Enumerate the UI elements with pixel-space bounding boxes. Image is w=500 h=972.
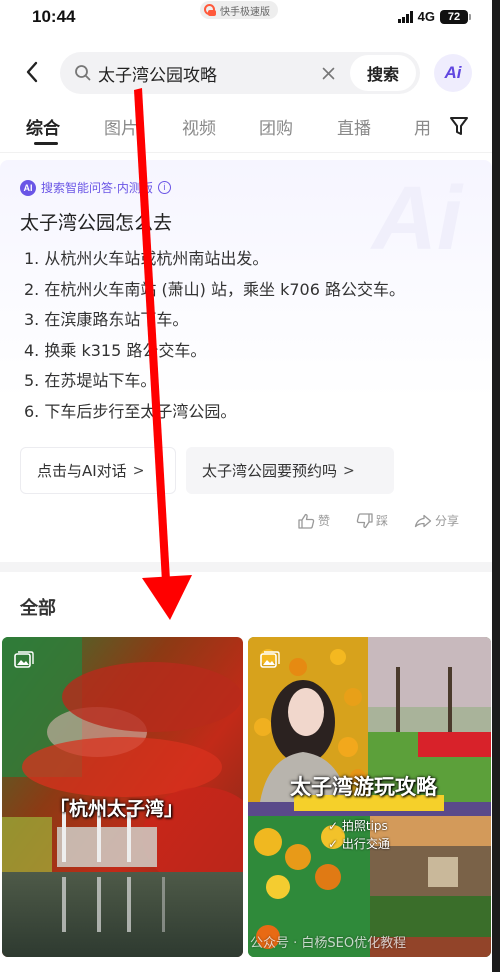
tab-users[interactable]: 用: [414, 114, 431, 139]
chevron-right-icon: >: [132, 462, 145, 479]
chip-label: 点击与AI对话: [37, 462, 127, 480]
ai-step: 3. 在滨康路东站下车。: [24, 310, 189, 329]
tabs-divider: [0, 152, 492, 153]
tab-group-buy[interactable]: 团购: [259, 114, 293, 139]
thumbs-up-icon: [298, 513, 315, 529]
chevron-left-icon: [26, 61, 38, 83]
thumbs-down-icon: [356, 512, 373, 528]
ai-question-title: 太子湾公园怎么去: [20, 212, 173, 234]
screen-edge: [492, 0, 500, 972]
network-type: 4G: [417, 9, 435, 24]
tab-comprehensive[interactable]: 综合: [26, 114, 60, 139]
section-divider: [0, 562, 492, 572]
battery-icon: 72: [440, 9, 471, 24]
active-tab-indicator: [34, 142, 58, 145]
app-pill-label: 快手极速版: [220, 6, 270, 18]
ai-step: 2. 在杭州火车南站 (萧山) 站，乘坐 k706 路公交车。: [24, 279, 405, 299]
tip-item: ✓ 出行交通: [328, 837, 390, 851]
ai-step: 1. 从杭州火车站或杭州南站出发。: [24, 249, 269, 268]
like-button[interactable]: 赞: [298, 512, 330, 529]
chip-label: 太子湾公园要预约吗: [202, 462, 338, 480]
share-label: 分享: [435, 514, 460, 528]
status-indicators: 4G 72: [397, 9, 471, 24]
ai-step: 4. 换乘 k315 路公交车。: [24, 340, 207, 360]
search-box[interactable]: 搜索: [60, 52, 420, 94]
chat-with-ai-chip[interactable]: 点击与AI对话 >: [20, 447, 176, 494]
suggested-question-chip[interactable]: 太子湾公园要预约吗 >: [186, 447, 394, 494]
info-icon[interactable]: i: [157, 181, 171, 194]
ai-step: 6. 下车后步行至太子湾公园。: [24, 401, 237, 421]
card-caption: 「杭州太子湾」: [50, 798, 184, 820]
tab-videos[interactable]: 视频: [182, 114, 216, 139]
kuaishou-logo-icon: [204, 3, 217, 17]
chevron-right-icon: >: [343, 462, 355, 479]
signal-icon: [397, 10, 413, 23]
search-icon: [75, 65, 91, 81]
card-caption: 太子湾游玩攻略: [290, 775, 437, 799]
screen: 10:44 快手极速版 4G 72 太子湾公园攻略 搜索 Ai 综合 图片 视频…: [0, 0, 492, 972]
ai-badge-icon: AI: [20, 179, 36, 196]
image-album-icon: [260, 651, 280, 668]
results-section-title: 全部: [20, 598, 56, 619]
ai-assistant-button[interactable]: Ai: [434, 54, 472, 92]
card-tips: ✓ 拍照tips ✓ 出行交通: [328, 817, 390, 853]
source-watermark: 公众号 · 白杨SEO优化教程: [250, 936, 407, 951]
share-button[interactable]: 分享: [414, 512, 459, 529]
share-icon: [414, 514, 432, 527]
ai-step: 5. 在苏堤站下车。: [24, 371, 157, 390]
tab-live[interactable]: 直播: [337, 114, 371, 139]
back-to-app-pill[interactable]: 快手极速版: [200, 1, 278, 19]
ai-label-text: 搜索智能问答·内测版: [41, 181, 153, 195]
search-header: 搜索 Ai: [0, 48, 492, 98]
result-card[interactable]: 太子湾游玩攻略 ✓ 拍照tips ✓ 出行交通 公众号 · 白杨SEO优化教程: [248, 637, 491, 957]
result-card[interactable]: 「杭州太子湾」: [2, 637, 243, 957]
like-label: 赞: [318, 514, 331, 528]
close-icon: [322, 67, 334, 79]
status-time: 10:44: [32, 7, 76, 26]
tab-images[interactable]: 图片: [104, 114, 138, 139]
filter-icon[interactable]: [448, 114, 470, 138]
ai-answer-steps: 1. 从杭州火车站或杭州南站出发。 2. 在杭州火车南站 (萧山) 站，乘坐 k…: [24, 244, 405, 427]
clear-search-button[interactable]: [318, 63, 338, 83]
image-album-icon: [14, 651, 34, 668]
back-button[interactable]: [20, 58, 44, 86]
search-tabs: 综合 图片 视频 团购 直播 用: [0, 108, 492, 152]
ai-answer-card: Ai AI 搜索智能问答·内测版 i 太子湾公园怎么去 1. 从杭州火车站或杭州…: [0, 160, 492, 560]
status-bar: 10:44 快手极速版 4G 72: [0, 0, 492, 40]
ai-answer-label: AI 搜索智能问答·内测版 i: [20, 179, 171, 196]
search-button[interactable]: 搜索: [350, 55, 416, 91]
tip-item: ✓ 拍照tips: [328, 819, 388, 833]
search-input[interactable]: [98, 52, 318, 94]
dislike-button[interactable]: 踩: [356, 512, 388, 529]
dislike-label: 踩: [376, 514, 389, 528]
